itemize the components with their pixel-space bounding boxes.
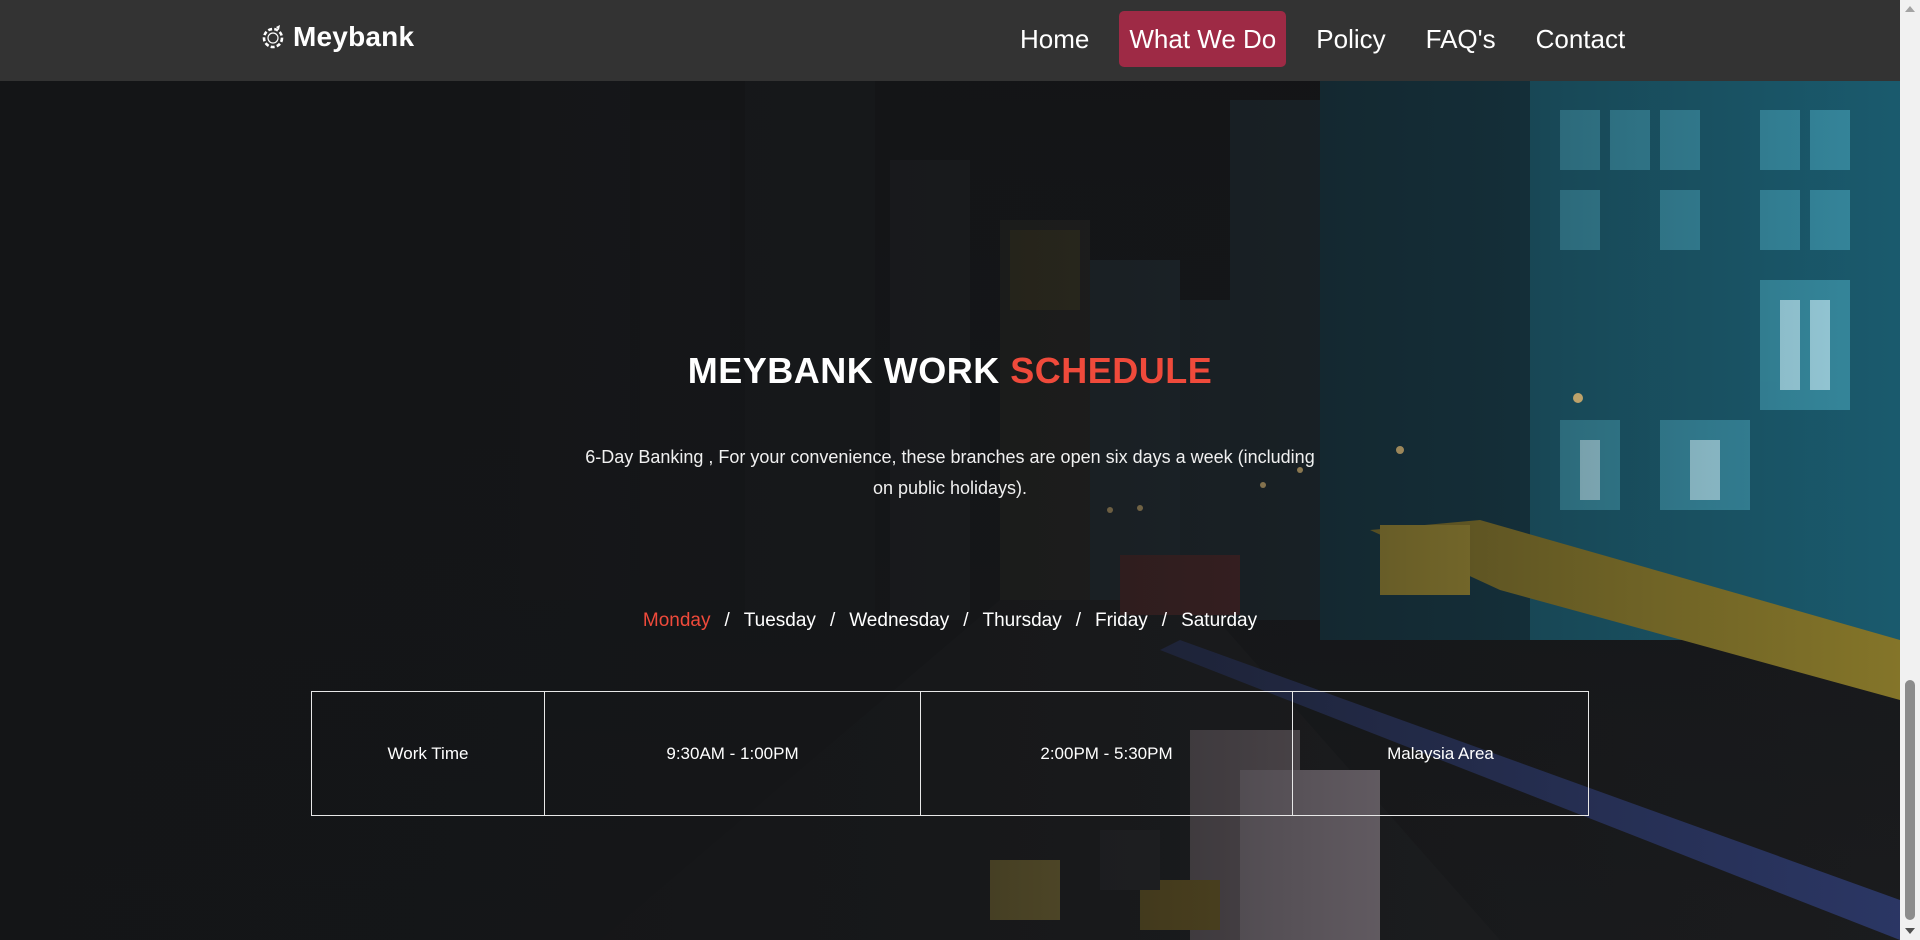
day-monday: Monday xyxy=(642,610,711,631)
day-separator: / xyxy=(1075,610,1081,631)
day-friday: Friday xyxy=(1094,610,1148,631)
scroll-up-arrow-icon[interactable] xyxy=(1905,6,1915,12)
morning-hours-cell: 9:30AM - 1:00PM xyxy=(545,692,921,815)
day-tuesday: Tuesday xyxy=(743,610,816,631)
heading-accent-text: SCHEDULE xyxy=(1010,350,1213,391)
afternoon-hours-cell: 2:00PM - 5:30PM xyxy=(921,692,1293,815)
nav-policy[interactable]: Policy xyxy=(1306,11,1395,67)
day-separator: / xyxy=(829,610,836,631)
work-schedule-table: Work Time 9:30AM - 1:00PM 2:00PM - 5:30P… xyxy=(311,691,1589,816)
nav-what-we-do[interactable]: What We Do xyxy=(1119,11,1287,67)
heading-main-text: MEYBANK WORK xyxy=(687,350,1011,391)
main-nav: Home What We Do Policy FAQ's Contact xyxy=(1010,11,1635,67)
top-navbar: Meybank Home What We Do Policy FAQ's Con… xyxy=(0,0,1900,81)
nav-contact[interactable]: Contact xyxy=(1526,11,1636,67)
day-saturday: Saturday xyxy=(1181,610,1258,631)
day-separator: / xyxy=(724,610,730,631)
day-thursday: Thursday xyxy=(982,610,1062,631)
area-cell: Malaysia Area xyxy=(1387,743,1494,763)
schedule-description: 6-Day Banking , For your convenience, th… xyxy=(585,447,1315,498)
page-scrollbar[interactable] xyxy=(1900,0,1920,940)
day-wednesday: Wednesday xyxy=(849,610,950,631)
nav-faqs[interactable]: FAQ's xyxy=(1416,11,1506,67)
days-list: Monday / Tuesday / Wednesday / Thursday / Friday… xyxy=(0,610,1900,632)
brand-name: Meybank xyxy=(293,21,415,52)
schedule-heading: MEYBANK WORK SCHEDULE xyxy=(0,350,1900,392)
scrollbar-thumb[interactable] xyxy=(1905,680,1915,920)
logo-ring-icon xyxy=(259,23,287,51)
brand-logo-link[interactable]: Meybank xyxy=(259,21,414,53)
scroll-down-arrow-icon[interactable] xyxy=(1905,928,1915,934)
nav-home[interactable]: Home xyxy=(1010,11,1099,67)
schedule-label-cell: Work Time xyxy=(312,692,545,815)
day-separator: / xyxy=(963,610,969,631)
day-separator: / xyxy=(1161,610,1168,631)
